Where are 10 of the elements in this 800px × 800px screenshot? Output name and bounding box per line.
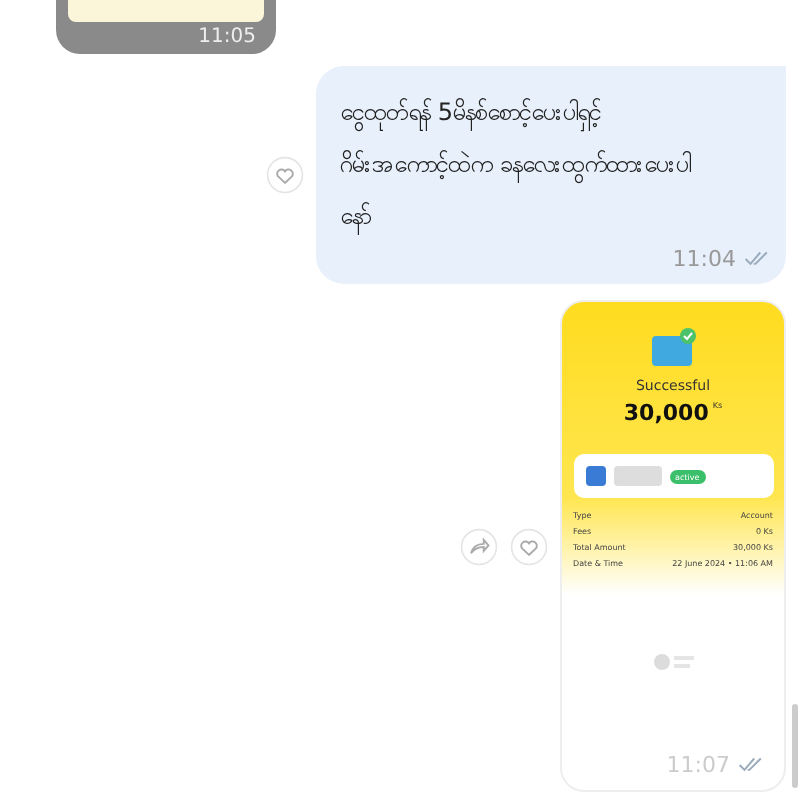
share-icon[interactable] (460, 527, 498, 565)
logo-icon (651, 652, 695, 672)
wallet-icon (649, 326, 697, 370)
blurred-name (613, 466, 661, 486)
avatar-icon (585, 466, 605, 486)
amount-text: 30,000 (623, 400, 709, 426)
scrollbar[interactable] (792, 704, 798, 788)
message-text: ငွေထုတ်ရန် 5မိနစ်စောင့်ပေးပါရှင့် ဂိမ်းအကောင့်ထဲက ခနလေးထွက်ထားပေးပါ နော် (340, 86, 770, 242)
message-time: 11:04 (672, 246, 736, 272)
message-time: 11:05 (198, 26, 256, 48)
